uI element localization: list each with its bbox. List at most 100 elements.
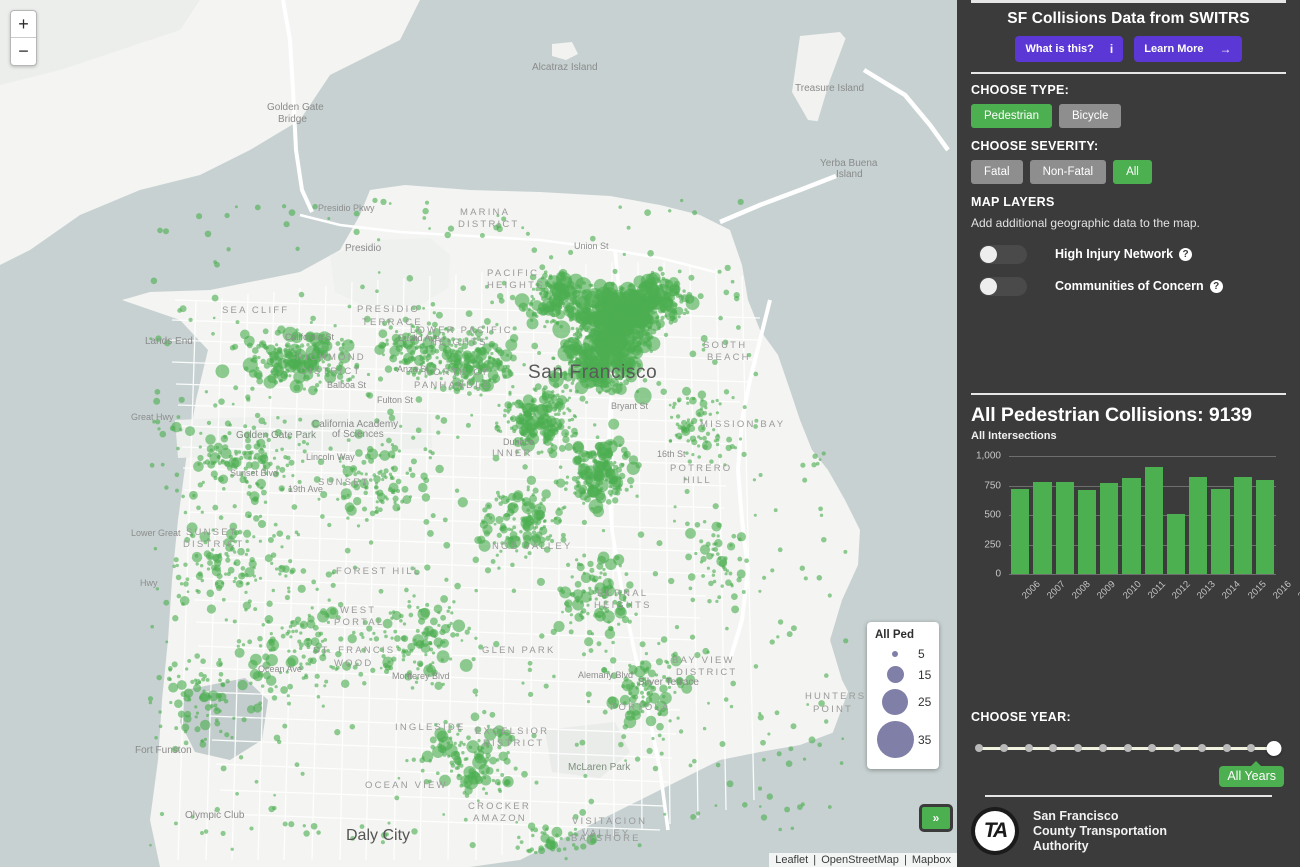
control-sidebar: SF Collisions Data from SWITRS What is t…: [957, 0, 1300, 867]
help-icon[interactable]: ?: [1209, 279, 1223, 293]
chart-bar[interactable]: [1211, 488, 1230, 574]
toggle-text: High Injury Network: [1055, 247, 1174, 261]
legend-bubble-icon: [892, 651, 898, 657]
attribution-sep-1: |: [813, 854, 817, 866]
severity-option-all[interactable]: All: [1113, 160, 1152, 184]
year-slider-tick[interactable]: [1222, 744, 1231, 752]
chart-section: All Pedestrian Collisions: 9139 All Inte…: [957, 393, 1300, 616]
header-button-row: What is this? i Learn More →: [957, 36, 1300, 72]
chart-x-tick: 2012: [1170, 578, 1193, 602]
zoom-out-button[interactable]: −: [11, 38, 36, 65]
legend-value: 15: [918, 667, 932, 682]
severity-option-fatal[interactable]: Fatal: [971, 160, 1023, 184]
map-legend: All Ped 5 15 25 35: [867, 622, 939, 769]
year-slider[interactable]: All Years: [971, 738, 1286, 787]
chart-bar[interactable]: [1055, 482, 1074, 574]
choose-year-heading: CHOOSE YEAR:: [971, 710, 1071, 724]
toggle-label-high-injury-network: High Injury Network?: [1055, 247, 1193, 261]
chart-x-tick: 2017: [1295, 578, 1300, 602]
app-root: Alcatraz Island Treasure Island Yerba Buen…: [0, 0, 1300, 867]
legend-bubble-wrap: [875, 721, 915, 758]
map-layers-heading: MAP LAYERS: [971, 195, 1055, 209]
map-layers-subtitle: Add additional geographic data to the ma…: [971, 216, 1200, 230]
chart-x-tick: 2011: [1145, 578, 1168, 602]
legend-value: 35: [918, 732, 932, 747]
year-slider-tick[interactable]: [1049, 744, 1058, 752]
sfcta-logo-text: TA: [975, 811, 1015, 851]
year-slider-tick[interactable]: [1148, 744, 1157, 752]
legend-bubble-wrap: [875, 689, 915, 715]
chart-gridline: [1009, 574, 1276, 575]
toggle-label-communities-of-concern: Communities of Concern?: [1055, 279, 1223, 293]
attribution-leaflet[interactable]: Leaflet: [774, 854, 809, 866]
legend-bubble-wrap: [875, 666, 915, 683]
chart-x-tick: 2006: [1020, 578, 1043, 602]
year-slider-tick[interactable]: [1173, 744, 1181, 752]
info-icon: i: [1109, 42, 1114, 56]
map-container[interactable]: Alcatraz Island Treasure Island Yerba Buen…: [0, 0, 957, 867]
chart-x-tick: 2007: [1045, 578, 1068, 602]
chart-y-tick: 0: [995, 568, 1001, 580]
year-slider-tick[interactable]: [1247, 744, 1256, 752]
toggle-knob-icon: [980, 245, 997, 263]
legend-item: 35: [875, 718, 933, 761]
year-section: CHOOSE YEAR: All Years: [957, 710, 1300, 787]
legend-bubble-icon: [876, 721, 914, 758]
year-slider-tick[interactable]: [1098, 744, 1107, 752]
type-option-group: Pedestrian Bicycle: [971, 104, 1286, 128]
learn-more-button[interactable]: Learn More →: [1134, 36, 1242, 62]
toggle-switch-communities-of-concern[interactable]: [979, 276, 1027, 296]
chart-subtitle: All Intersections: [971, 430, 1057, 442]
type-option-pedestrian[interactable]: Pedestrian: [971, 104, 1052, 128]
attribution-osm[interactable]: OpenStreetMap: [820, 854, 900, 866]
toggle-switch-high-injury-network[interactable]: [979, 244, 1027, 264]
chart-bar[interactable]: [1100, 482, 1119, 574]
chart-bar[interactable]: [1144, 466, 1163, 574]
legend-bubble-icon: [882, 689, 908, 715]
legend-title: All Ped: [875, 629, 914, 641]
year-slider-tick[interactable]: [975, 744, 983, 752]
year-slider-handle[interactable]: [1266, 741, 1282, 756]
attribution-mapbox[interactable]: Mapbox: [911, 854, 952, 866]
chart-x-tick: 2015: [1245, 578, 1269, 602]
layer-toggle-row: Communities of Concern?: [971, 271, 1286, 301]
year-slider-tick[interactable]: [1197, 744, 1206, 752]
zoom-control[interactable]: + −: [10, 10, 37, 66]
chart-plot-area: 1,000 750 500 250 0 2006 2007 2008 2009 2010 2011…: [971, 451, 1300, 616]
agency-line-1: San Francisco: [1033, 808, 1119, 823]
chart-bar[interactable]: [1011, 489, 1030, 574]
chart-bar[interactable]: [1033, 482, 1052, 574]
chart-bar[interactable]: [1233, 476, 1252, 574]
severity-option-group: Fatal Non-Fatal All: [971, 160, 1286, 184]
collapse-panel-button[interactable]: »: [919, 804, 953, 832]
legend-bubble-icon: [886, 666, 904, 683]
type-option-bicycle[interactable]: Bicycle: [1058, 104, 1122, 128]
year-slider-tick[interactable]: [999, 744, 1008, 752]
map-canvas: [0, 0, 957, 867]
chart-title: All Pedestrian Collisions: 9139: [971, 404, 1252, 426]
legend-value: 5: [918, 647, 925, 661]
year-slider-tick[interactable]: [1024, 744, 1033, 752]
chart-bar[interactable]: [1122, 477, 1141, 574]
chart-bar[interactable]: [1189, 477, 1208, 574]
severity-option-non-fatal[interactable]: Non-Fatal: [1029, 160, 1107, 184]
what-is-this-button[interactable]: What is this? i: [1015, 36, 1124, 62]
chart-x-tick: 2014: [1220, 578, 1244, 602]
chart-x-axis: 2006 2007 2008 2009 2010 2011 2012 2013 2014 2015…: [1011, 576, 1300, 602]
choose-type-section: CHOOSE TYPE: Pedestrian Bicycle: [957, 74, 1300, 128]
chart-bar[interactable]: [1077, 490, 1096, 574]
map-attribution: Leaflet | OpenStreetMap | Mapbox: [769, 853, 957, 867]
help-icon[interactable]: ?: [1179, 247, 1193, 261]
chart-y-tick: 1,000: [975, 450, 1001, 462]
year-slider-tick[interactable]: [1074, 744, 1082, 752]
agency-name: San Francisco County Transportation Auth…: [1033, 809, 1167, 854]
chart-y-axis: 1,000 750 500 250 0: [971, 451, 1005, 580]
chart-x-tick: 2009: [1095, 578, 1119, 602]
zoom-in-button[interactable]: +: [11, 11, 36, 38]
legend-item: 5: [875, 645, 933, 663]
year-slider-tick[interactable]: [1123, 744, 1132, 752]
chart-bar[interactable]: [1166, 514, 1185, 574]
chart-bar[interactable]: [1255, 480, 1274, 574]
toggle-text: Communities of Concern: [1055, 279, 1204, 293]
agency-line-2: County Transportation: [1033, 823, 1168, 838]
